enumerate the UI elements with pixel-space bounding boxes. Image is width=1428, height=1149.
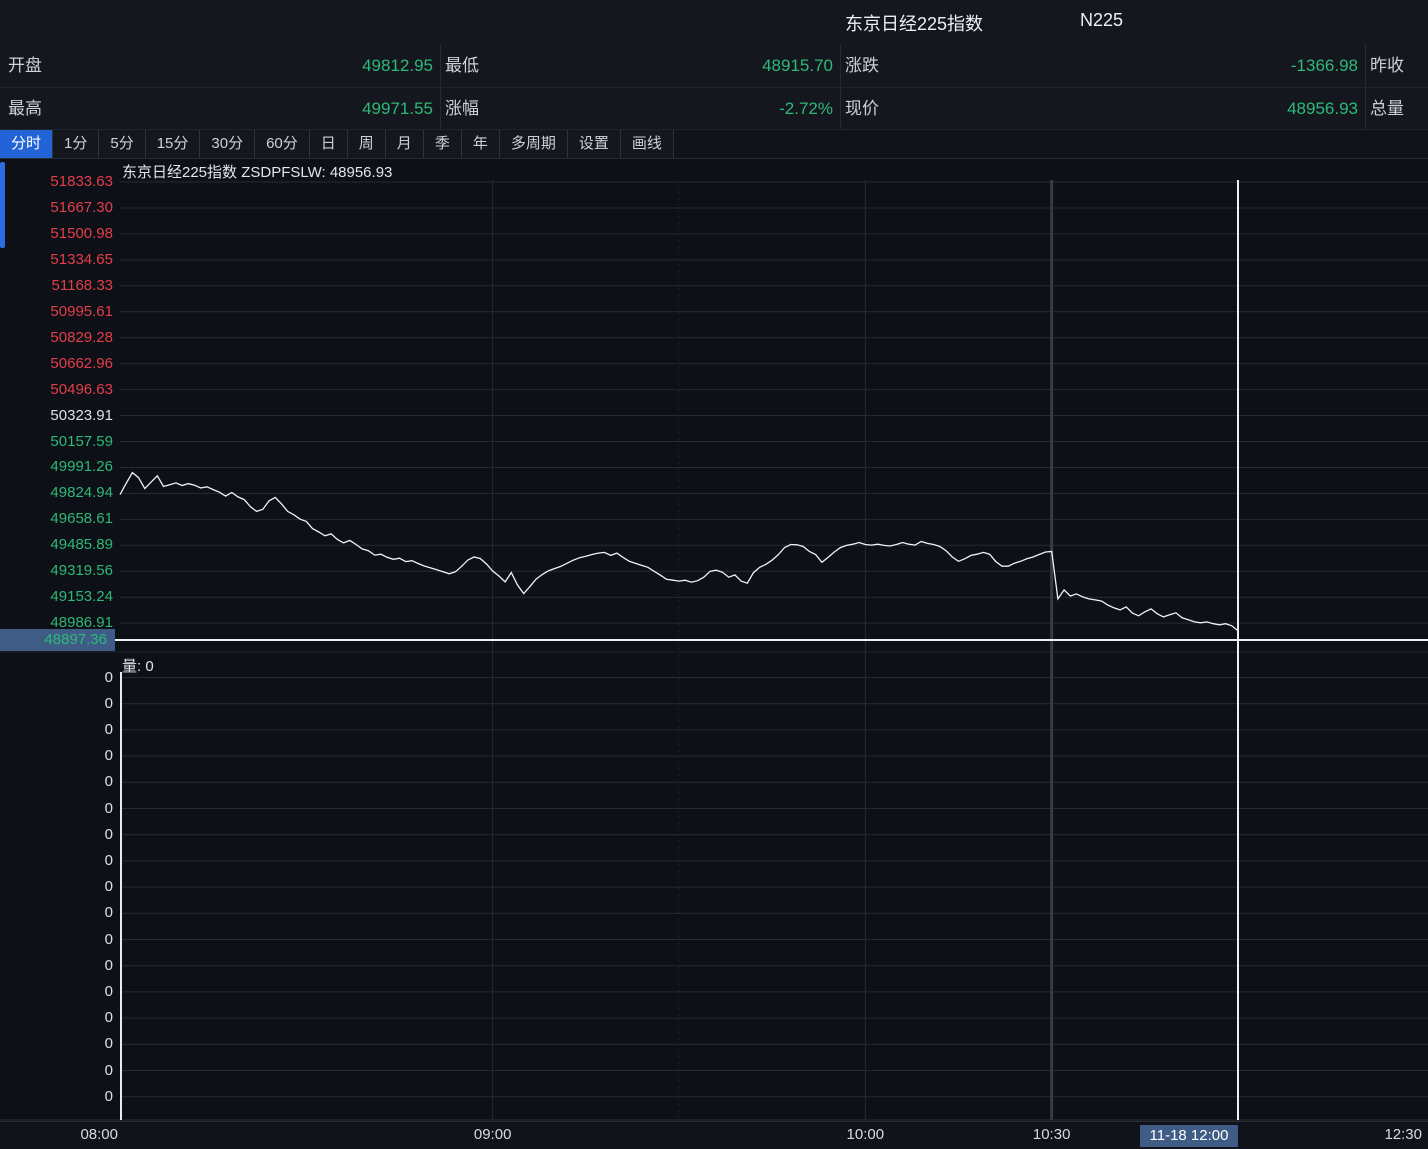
price-axis-label: 51667.30 [2, 200, 113, 216]
price-axis-label: 50829.28 [2, 330, 113, 346]
volume-axis-label: 0 [2, 722, 113, 738]
time-axis-label: 10:00 [845, 1126, 885, 1143]
left-scrollbar-thumb[interactable] [0, 162, 5, 248]
volume-axis-label: 0 [2, 932, 113, 948]
volume-axis-label: 0 [2, 958, 113, 974]
volume-axis-label: 0 [2, 748, 113, 764]
volume-axis-label: 0 [2, 696, 113, 712]
volume-axis-label: 0 [2, 801, 113, 817]
volume-axis-label: 0 [2, 853, 113, 869]
volume-axis-label: 0 [2, 905, 113, 921]
volume-axis-label: 0 [2, 1010, 113, 1026]
price-axis-label: 51500.98 [2, 226, 113, 242]
time-axis-label: 08:00 [73, 1126, 118, 1143]
volume-axis-label: 0 [2, 1089, 113, 1105]
time-axis-label: 09:00 [473, 1126, 513, 1143]
trading-app-window: 东京日经225指数 N225 开盘49812.95最低48915.70涨跌-13… [0, 0, 1428, 1149]
price-axis-label: 49485.89 [2, 537, 113, 553]
price-axis-label: 49153.24 [2, 589, 113, 605]
volume-indicator-label: 量: 0 [122, 655, 154, 676]
price-axis-label: 49658.61 [2, 511, 113, 527]
price-axis-label: 49319.56 [2, 563, 113, 579]
volume-axis-label: 0 [2, 1036, 113, 1052]
price-axis-label: 50995.61 [2, 304, 113, 320]
volume-axis-label: 0 [2, 827, 113, 843]
volume-axis-label: 0 [2, 1063, 113, 1079]
crosshair-time-tag: 11-18 12:00 [1140, 1125, 1238, 1147]
price-axis-label: 49824.94 [2, 485, 113, 501]
time-axis: 08:00 09:00 10:00 10:30 11-18 12:00 12:30 [0, 1121, 1428, 1149]
chart-overlay-title: 东京日经225指数 ZSDPFSLW: 48956.93 [122, 161, 392, 182]
time-axis-label: 10:30 [1032, 1126, 1072, 1143]
volume-axis-label: 0 [2, 670, 113, 686]
price-axis-label: 51168.33 [2, 278, 113, 294]
price-axis-label: 51833.63 [2, 174, 113, 190]
volume-axis-label: 0 [2, 879, 113, 895]
price-axis-label: 51334.65 [2, 252, 113, 268]
crosshair-price-tag: 48897.36 [0, 629, 115, 651]
price-axis-label: 50323.91 [2, 408, 113, 424]
price-axis-label: 50157.59 [2, 434, 113, 450]
volume-axis-label: 0 [2, 774, 113, 790]
price-axis-label: 49991.26 [2, 459, 113, 475]
time-axis-label: 12:30 [1380, 1126, 1422, 1143]
volume-axis-label: 0 [2, 984, 113, 1000]
price-axis-label: 50662.96 [2, 356, 113, 372]
price-axis-label: 50496.63 [2, 382, 113, 398]
